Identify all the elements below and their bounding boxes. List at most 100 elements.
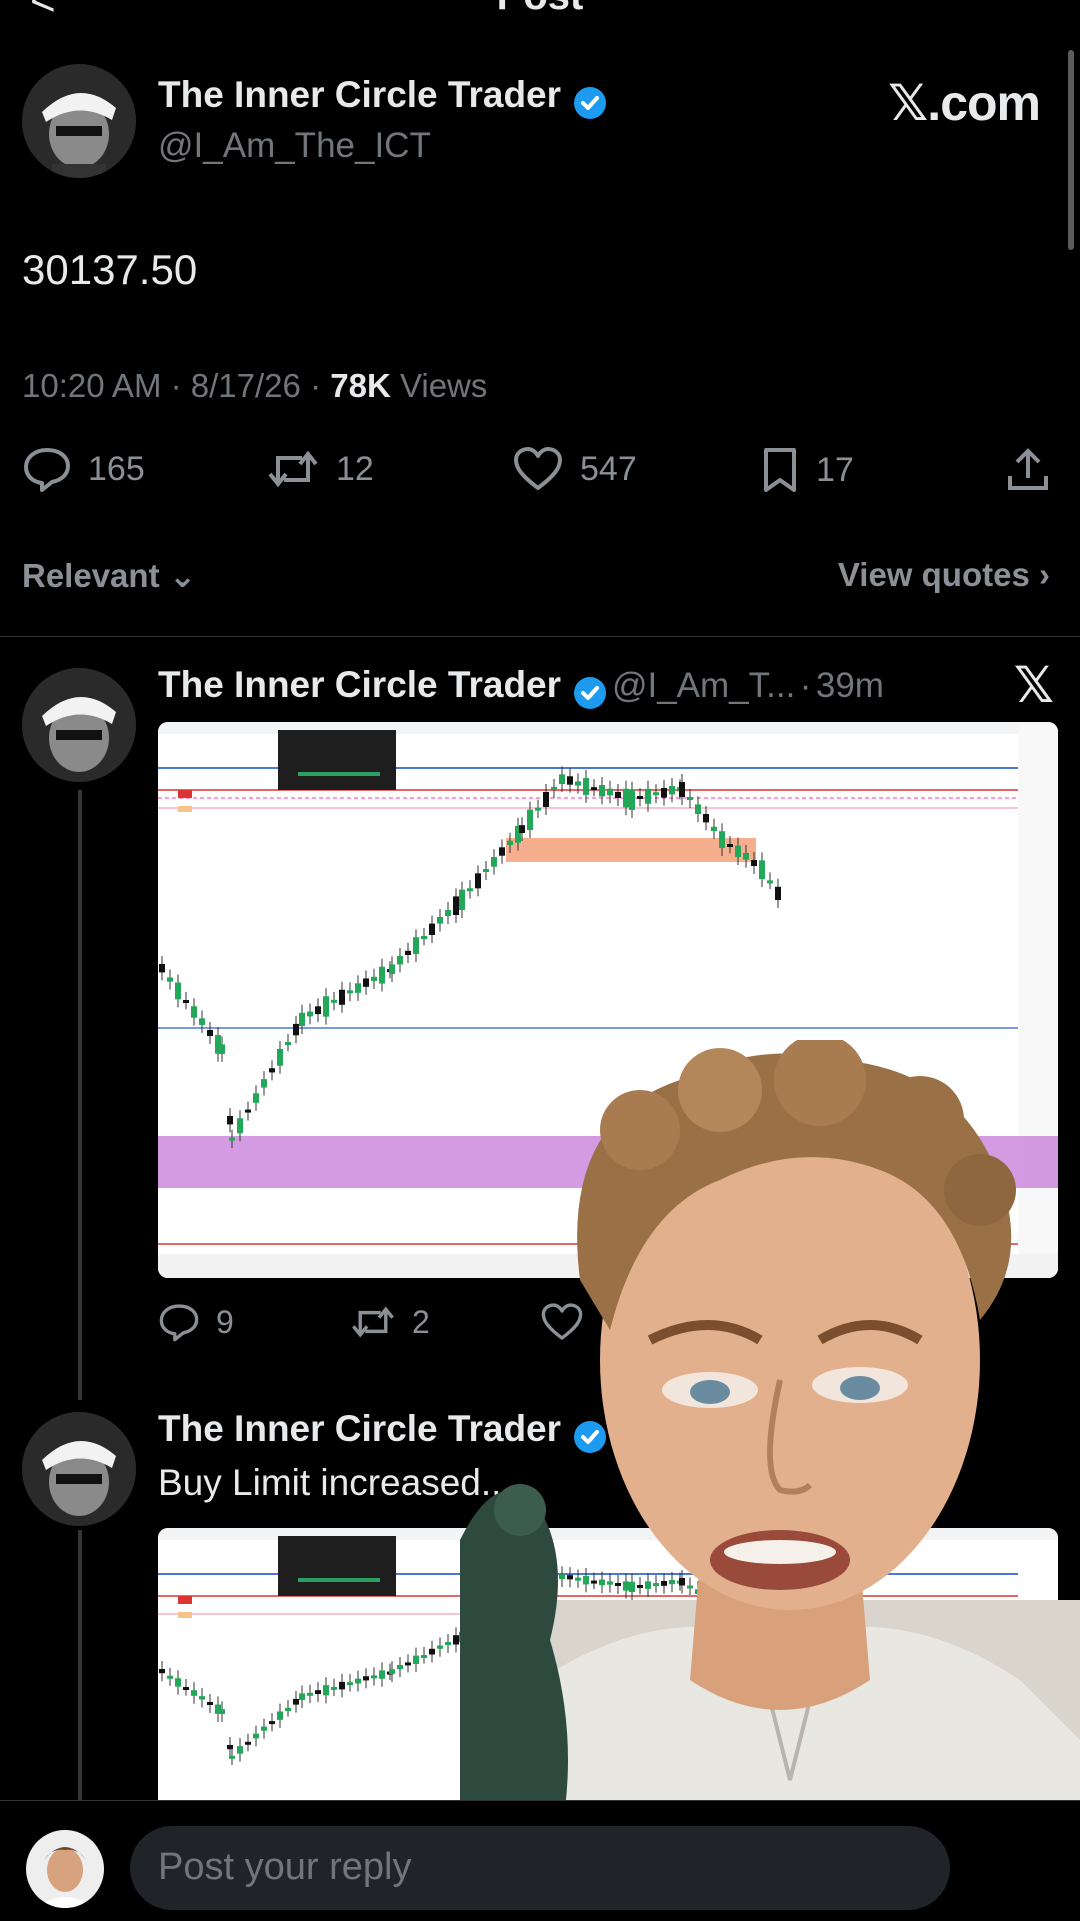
candle-body: [191, 1006, 197, 1018]
candle-body: [453, 1635, 459, 1645]
candle-body: [363, 1676, 369, 1681]
candle-body: [277, 1048, 283, 1066]
view-quotes-link[interactable]: View quotes ›: [838, 556, 1050, 594]
candle-body: [467, 888, 473, 892]
candle-body: [459, 889, 465, 910]
reply-button[interactable]: 165: [22, 446, 145, 492]
user-avatar[interactable]: [26, 1830, 104, 1908]
webcam-overlay: [460, 1040, 1080, 1920]
candle-body: [339, 1681, 345, 1690]
candle-body: [237, 1746, 243, 1754]
candle-body: [207, 1702, 213, 1705]
candle-body: [269, 1068, 275, 1073]
candle-body: [607, 788, 613, 796]
separator-dot: ·: [799, 666, 812, 705]
candle-body: [575, 781, 581, 786]
candle-body: [413, 1655, 419, 1664]
candle-body: [775, 886, 781, 900]
candle-body: [645, 788, 651, 804]
candle-body: [599, 785, 605, 797]
divider: [0, 636, 1080, 637]
candle-body: [445, 910, 451, 916]
candle-body: [285, 1042, 291, 1045]
candle-body: [175, 982, 181, 1000]
candle-body: [167, 977, 173, 982]
candle-body: [237, 1118, 243, 1134]
candle-body: [711, 826, 717, 831]
candle-body: [299, 1693, 305, 1700]
author-handle[interactable]: @I_Am_The_ICT: [158, 126, 431, 166]
candle-body: [199, 1696, 205, 1700]
reply-button[interactable]: 9: [158, 1302, 234, 1342]
candle-body: [315, 1006, 321, 1015]
x-logo-icon: 𝕏: [1013, 657, 1054, 713]
candle-body: [615, 792, 621, 798]
candle-body: [245, 1741, 251, 1745]
chevron-right-icon: ›: [1039, 556, 1050, 593]
author-avatar[interactable]: [22, 64, 136, 178]
candle-body: [277, 1711, 283, 1720]
page-title: Post: [0, 0, 1080, 19]
candle-body: [227, 1116, 233, 1125]
scrollbar[interactable]: [1068, 50, 1074, 250]
repost-icon: [268, 450, 318, 488]
candle-body: [679, 782, 685, 797]
thread-line: [78, 790, 82, 1400]
candle-body: [261, 1079, 267, 1088]
candle-body: [285, 1708, 291, 1711]
candle-body: [445, 1642, 451, 1645]
author-line: The Inner Circle Trader: [158, 74, 607, 120]
verified-icon: [573, 676, 607, 710]
candle-body: [323, 1685, 329, 1696]
reply-author-name[interactable]: The Inner Circle Trader: [158, 664, 561, 705]
separator-dot: ·: [310, 367, 322, 404]
repost-count: 2: [412, 1303, 430, 1340]
candle-body: [269, 1721, 275, 1725]
reply-icon: [24, 448, 70, 492]
repost-button[interactable]: 2: [350, 1302, 430, 1342]
candle-body: [751, 860, 757, 866]
candle-body: [253, 1733, 259, 1739]
candle-body: [347, 1682, 353, 1686]
reply-time: 39m: [815, 666, 884, 705]
candle-body: [559, 774, 565, 784]
views-label: Views: [399, 367, 488, 404]
candle-body: [339, 989, 345, 1005]
bookmark-button[interactable]: 17: [760, 446, 854, 494]
sort-dropdown[interactable]: Relevant ⌄: [22, 556, 196, 595]
candle-body: [229, 1137, 235, 1141]
reply-placeholder: Post your reply: [158, 1846, 412, 1888]
candle-body: [475, 873, 481, 889]
candle-body: [535, 807, 541, 811]
candle-body: [261, 1726, 267, 1731]
author-name[interactable]: The Inner Circle Trader: [158, 74, 561, 115]
candle-body: [735, 845, 741, 857]
candle-body: [355, 983, 361, 993]
reply-count: 9: [216, 1303, 234, 1340]
repost-button[interactable]: 12: [266, 446, 374, 492]
candle-body: [637, 796, 643, 799]
verified-icon: [573, 86, 607, 120]
candle-body: [363, 978, 369, 987]
candle-body: [421, 1655, 427, 1658]
candle-body: [583, 778, 589, 795]
candle-body: [219, 1709, 225, 1714]
view-quotes-label: View quotes: [837, 556, 1030, 593]
candle-body: [551, 787, 557, 790]
reply-avatar[interactable]: [22, 1412, 136, 1526]
candle-body: [323, 996, 329, 1017]
reply-handle[interactable]: @I_Am_T...: [612, 666, 795, 705]
reply-header: The Inner Circle Trader @I_Am_T... · 39m: [158, 664, 884, 710]
candle-body: [669, 786, 675, 795]
reply-avatar[interactable]: [22, 668, 136, 782]
post-meta: 10:20 AM · 8/17/26 · 78K Views: [22, 367, 487, 405]
like-button[interactable]: 547: [512, 446, 637, 492]
share-button[interactable]: [1004, 446, 1052, 494]
candle-body: [703, 814, 709, 823]
repost-icon: [352, 1306, 394, 1338]
candle-body: [347, 990, 353, 994]
candle-body: [397, 1665, 403, 1670]
candle-body: [429, 923, 435, 935]
candle-body: [527, 809, 533, 830]
candle-body: [743, 853, 749, 860]
